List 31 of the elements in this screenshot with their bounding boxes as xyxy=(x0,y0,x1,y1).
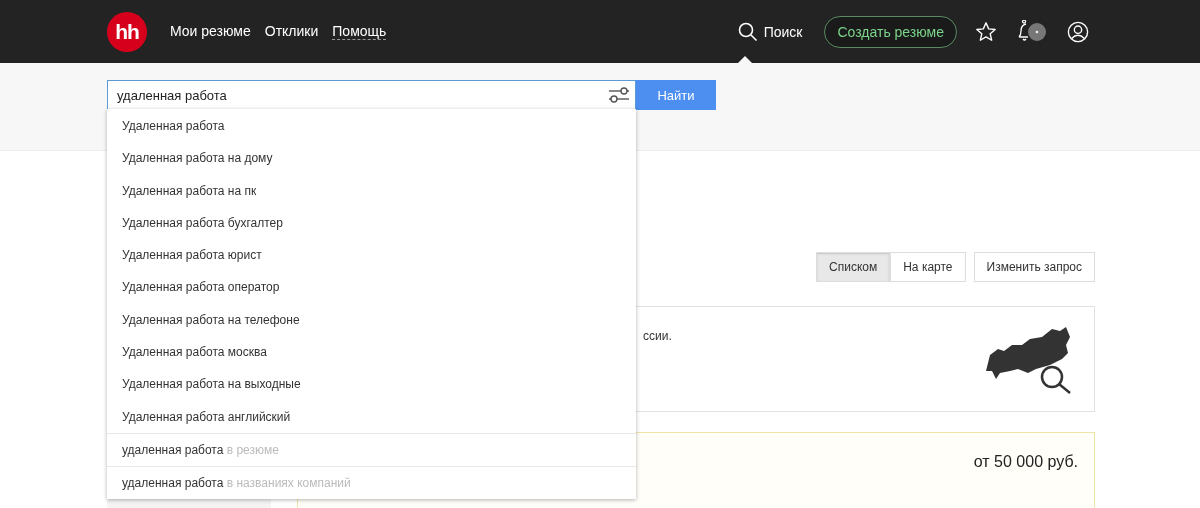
search-field[interactable]: удаленная работа xyxy=(107,80,636,110)
suggestion-item[interactable]: Удаленная работа английский xyxy=(107,400,636,433)
suggestion-query: удаленная работа xyxy=(122,442,224,457)
suggestion-scope: в названиях компаний xyxy=(226,475,351,490)
nav-link[interactable]: Мои резюме xyxy=(170,23,251,40)
suggestion-item[interactable]: Удаленная работа на дому xyxy=(107,142,636,175)
edit-query-button[interactable]: Изменить запрос xyxy=(973,252,1095,282)
create-resume-button[interactable]: Создать резюме xyxy=(824,15,957,48)
search-link[interactable]: Поиск xyxy=(763,23,803,40)
suggestion-scope: в резюме xyxy=(226,442,279,457)
star-icon[interactable] xyxy=(975,20,997,43)
salary-text: от 50 000 руб. xyxy=(973,453,1078,471)
scoped-suggestion[interactable]: удаленная работа в резюме xyxy=(107,432,636,466)
filter-icon[interactable] xyxy=(608,85,630,105)
suggestion-item[interactable]: Удаленная работа юрист xyxy=(107,239,636,272)
view-tab[interactable]: На карте xyxy=(890,252,966,282)
suggestion-item[interactable]: Удаленная работа на пк xyxy=(107,174,636,207)
logo[interactable]: hh xyxy=(107,11,147,52)
search-icon[interactable] xyxy=(737,21,758,42)
suggestion-query: удаленная работа xyxy=(122,475,224,490)
view-tab[interactable]: Списком xyxy=(816,252,891,282)
suggestion-item[interactable]: Удаленная работа xyxy=(107,110,636,143)
suggestion-item[interactable]: Удаленная работа на телефоне xyxy=(107,303,636,337)
map-card-text: ссии. xyxy=(643,329,672,345)
suggestion-item[interactable]: Удаленная работа на выходные xyxy=(107,368,636,401)
nav-link[interactable]: Отклики xyxy=(264,23,319,40)
scoped-suggestion[interactable]: удаленная работа в названиях компаний xyxy=(107,465,636,499)
user-icon[interactable] xyxy=(1067,20,1089,43)
suggestion-item[interactable]: Удаленная работа бухгалтер xyxy=(107,206,636,240)
suggestion-item[interactable]: Удаленная работа москва xyxy=(107,336,636,369)
suggestion-item[interactable]: Удаленная работа оператор xyxy=(107,271,636,304)
